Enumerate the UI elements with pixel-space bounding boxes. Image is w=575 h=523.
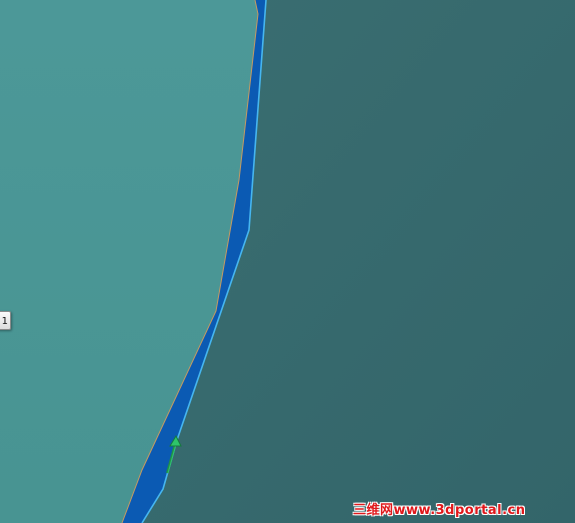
cad-graphics-viewport[interactable]: 1 三维网www.3dportal.cn <box>0 0 575 523</box>
site-watermark: 三维网www.3dportal.cn <box>353 503 526 518</box>
model-view-canvas[interactable] <box>0 0 575 523</box>
dimension-callout-tag[interactable]: 1 <box>0 311 11 330</box>
